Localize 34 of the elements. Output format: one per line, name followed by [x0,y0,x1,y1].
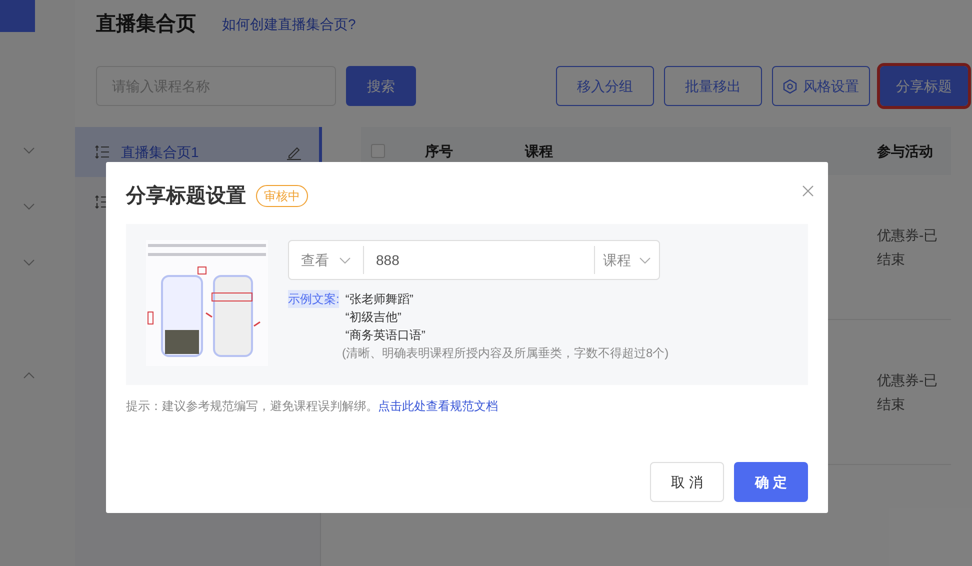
table-cell-text: 优惠券-已结束 [877,226,939,269]
help-link[interactable]: 如何创建直播集合页? [222,14,356,34]
requirement-hint: (清晰、明确表明课程所授内容及所属垂类，字数不得超过8个) [342,345,669,362]
confirm-button[interactable]: 确 定 [734,462,808,502]
column-header: 参与活动 [877,142,934,160]
hexagon-icon [783,78,797,94]
column-header: 序号 [425,142,454,160]
action-button[interactable]: 移入分组 [556,66,654,106]
share-title-button[interactable]: 分享标题 [880,66,968,106]
column-header: 课程 [525,142,554,160]
example-text: “商务英语口语” [345,327,426,344]
example-text: “张老师舞蹈” [345,291,414,308]
page-title: 直播集合页 [96,12,196,37]
title-input[interactable]: 888 [364,246,595,274]
sort-list-icon [95,145,109,159]
dialog-title: 分享标题设置 [126,184,246,209]
prefix-select[interactable]: 查看 [289,246,364,274]
dropdown-chevron-icon [639,256,651,264]
select-all-checkbox[interactable] [371,144,385,158]
search-button[interactable]: 搜索 [346,66,416,106]
suffix-select[interactable]: 课程 [595,246,659,274]
table-cell-text: 优惠券-已结束 [877,371,939,414]
action-button[interactable]: 风格设置 [772,66,870,106]
example-text: “初级吉他” [345,309,402,326]
close-icon[interactable] [802,185,814,197]
status-badge: 审核中 [256,185,308,207]
tip-text: 提示：建议参考规范编写，避免课程误判解绑。 [126,398,378,415]
guideline-link[interactable]: 点击此处查看规范文档 [378,397,498,415]
example-label: 示例文案: [288,290,340,308]
title-input-group[interactable]: 查看 888 课程 [288,240,660,280]
cancel-button[interactable]: 取 消 [650,462,724,502]
nav-active-block [0,0,35,32]
dropdown-chevron-icon [339,256,351,264]
action-button[interactable]: 批量移出 [664,66,762,106]
